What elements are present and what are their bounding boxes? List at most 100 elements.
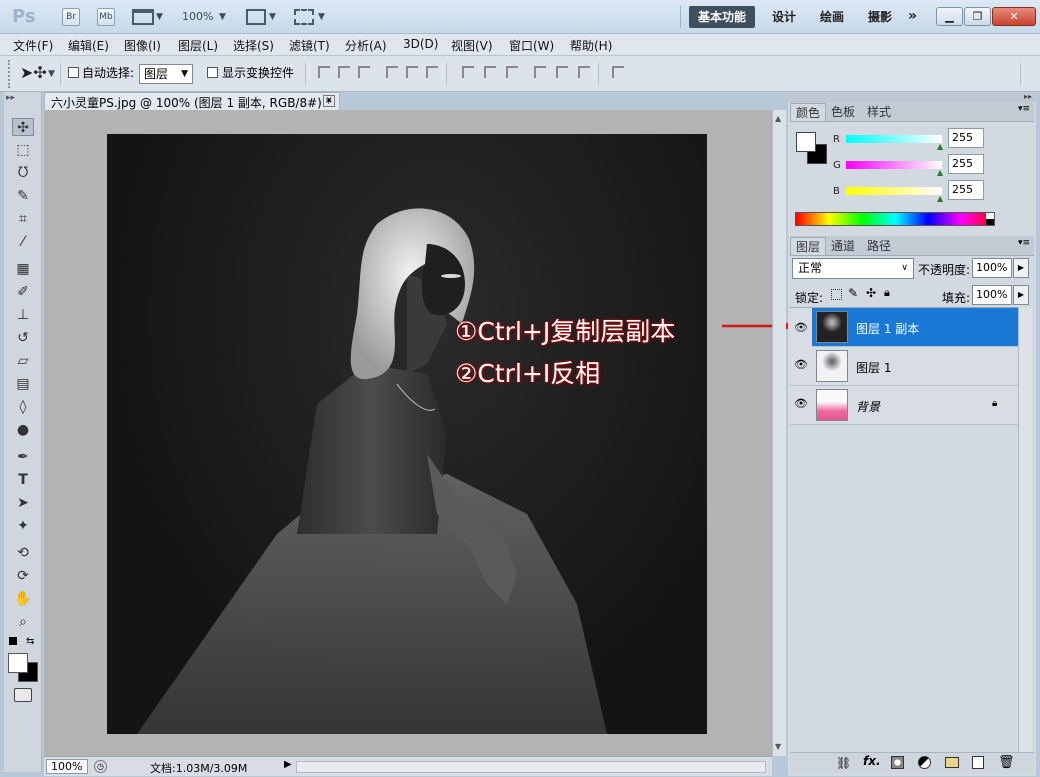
new-layer-icon[interactable] xyxy=(972,756,984,769)
brush-tool-icon[interactable]: ✐ xyxy=(12,283,34,301)
tab-styles[interactable]: 样式 xyxy=(862,103,896,121)
r-value-field[interactable]: 255 xyxy=(948,128,984,148)
marquee-tool-icon[interactable]: ⬚ xyxy=(12,141,34,159)
b-value-field[interactable]: 255 xyxy=(948,180,984,200)
auto-select-dropdown[interactable]: 图层 ▼ xyxy=(139,64,193,84)
align-hcenter-icon[interactable] xyxy=(406,66,418,78)
3d-rotate-tool-icon[interactable]: ⟲ xyxy=(12,544,34,562)
close-document-icon[interactable]: ✕ xyxy=(323,95,335,107)
menu-3d[interactable]: 3D(D) xyxy=(403,37,438,51)
close-button[interactable]: ✕ xyxy=(992,7,1036,26)
blend-mode-dropdown[interactable]: 正常 ∨ xyxy=(792,258,914,279)
tab-swatches[interactable]: 色板 xyxy=(826,103,860,121)
color-spectrum-bar[interactable] xyxy=(795,212,995,226)
mini-bridge-button[interactable]: Mb xyxy=(97,8,115,26)
lock-all-icon[interactable]: 🔒︎ xyxy=(884,286,890,300)
delete-layer-icon[interactable]: 🗑︎ xyxy=(998,755,1015,770)
more-workspaces-icon[interactable]: » xyxy=(908,8,917,24)
align-left-icon[interactable] xyxy=(386,66,398,78)
hand-tool-icon[interactable]: ✋ xyxy=(12,590,34,608)
panel-foreground-swatch[interactable] xyxy=(796,132,816,152)
b-slider[interactable] xyxy=(846,187,942,195)
menu-analysis[interactable]: 分析(A) xyxy=(345,37,387,54)
fill-slider-button[interactable]: ▶ xyxy=(1013,285,1029,305)
menu-layer[interactable]: 图层(L) xyxy=(178,37,218,54)
maximize-button[interactable]: ❐ xyxy=(964,7,991,26)
align-bottom-icon[interactable] xyxy=(358,66,370,78)
lock-position-icon[interactable]: ✣ xyxy=(866,286,876,300)
distribute-top-icon[interactable] xyxy=(462,66,474,78)
distribute-left-icon[interactable] xyxy=(534,66,546,78)
spectrum-black-swatch[interactable] xyxy=(986,219,994,225)
vertical-scrollbar[interactable]: ▲ ▼ xyxy=(772,110,786,756)
horizontal-scrollbar[interactable] xyxy=(296,761,766,773)
menu-edit[interactable]: 编辑(E) xyxy=(68,37,109,54)
blur-tool-icon[interactable]: ◊ xyxy=(12,398,34,416)
align-vcenter-icon[interactable] xyxy=(338,66,350,78)
default-colors-icon[interactable] xyxy=(9,637,17,645)
layer-name[interactable]: 图层 1 xyxy=(856,359,891,376)
menu-select[interactable]: 选择(S) xyxy=(233,37,274,54)
eyedropper-tool-icon[interactable]: ⁄ xyxy=(12,233,34,251)
grip-handle[interactable] xyxy=(8,60,12,88)
r-slider[interactable] xyxy=(846,135,942,143)
status-zoom-field[interactable]: 100% xyxy=(46,759,88,774)
fill-field[interactable]: 100% xyxy=(972,285,1012,305)
path-selection-tool-icon[interactable]: ➤ xyxy=(12,494,34,512)
collapse-panels-icon[interactable]: ▸▸ xyxy=(1024,92,1032,101)
auto-select-checkbox[interactable] xyxy=(68,65,79,79)
3d-orbit-tool-icon[interactable]: ⟳ xyxy=(12,567,34,585)
align-right-icon[interactable] xyxy=(426,66,438,78)
quick-selection-tool-icon[interactable]: ✎ xyxy=(12,187,34,205)
screen-mode-icon[interactable] xyxy=(294,9,314,25)
minimize-button[interactable]: ▁ xyxy=(936,7,963,26)
workspace-essentials[interactable]: 基本功能 xyxy=(689,6,755,28)
menu-file[interactable]: 文件(F) xyxy=(13,37,53,54)
menu-image[interactable]: 图像(I) xyxy=(124,37,161,54)
healing-brush-tool-icon[interactable]: ▦ xyxy=(12,260,34,278)
color-panel-menu-icon[interactable]: ▾≡ xyxy=(1018,104,1030,114)
g-slider[interactable] xyxy=(846,161,942,169)
distribute-hcenter-icon[interactable] xyxy=(556,66,568,78)
layer-row-layer1[interactable]: 👁︎ 图层 1 xyxy=(790,347,1018,386)
swap-colors-icon[interactable]: ⇆ xyxy=(26,636,34,647)
status-info-icon[interactable]: ◷ xyxy=(94,760,107,773)
dodge-tool-icon[interactable]: ● xyxy=(12,421,34,439)
lock-image-icon[interactable]: ✎ xyxy=(848,286,858,300)
layers-scrollbar[interactable] xyxy=(1018,308,1032,752)
layers-panel-menu-icon[interactable]: ▾≡ xyxy=(1018,238,1030,248)
slider-thumb-icon[interactable]: ▲ xyxy=(937,168,943,177)
tab-color[interactable]: 颜色 xyxy=(790,103,827,121)
align-top-icon[interactable] xyxy=(318,66,330,78)
crop-tool-icon[interactable]: ⌗ xyxy=(12,210,34,228)
document-tab[interactable]: 六小灵童PS.jpg @ 100% (图层 1 副本, RGB/8#) * ✕ xyxy=(44,92,340,110)
layer-row-copy[interactable]: 👁︎ 图层 1 副本 xyxy=(790,308,1018,347)
new-group-icon[interactable] xyxy=(945,757,959,768)
workspace-painting[interactable]: 绘画 xyxy=(812,6,852,28)
link-layers-icon[interactable]: ⛓︎ xyxy=(836,756,851,770)
g-value-field[interactable]: 255 xyxy=(948,154,984,174)
lasso-tool-icon[interactable]: ᘮ xyxy=(12,164,34,182)
show-transform-checkbox[interactable] xyxy=(207,65,218,79)
slider-thumb-icon[interactable]: ▲ xyxy=(937,142,943,151)
layer-row-background[interactable]: 👁︎ 背景 🔒︎ xyxy=(790,386,1018,425)
move-tool-icon[interactable]: ✣ xyxy=(12,118,34,136)
zoom-tool-icon[interactable]: ⌕ xyxy=(12,613,34,631)
move-tool-icon[interactable]: ➤✣ xyxy=(20,63,47,82)
tab-channels[interactable]: 通道 xyxy=(826,237,860,255)
scroll-up-icon[interactable]: ▲ xyxy=(775,114,781,123)
bridge-button[interactable]: Br xyxy=(62,8,80,26)
zoom-level[interactable]: 100% xyxy=(182,10,213,23)
lock-transparent-icon[interactable] xyxy=(831,289,842,300)
layer-name[interactable]: 图层 1 副本 xyxy=(856,320,919,337)
opacity-field[interactable]: 100% xyxy=(972,258,1012,278)
pen-tool-icon[interactable]: ✒ xyxy=(12,448,34,466)
slider-thumb-icon[interactable]: ▲ xyxy=(937,194,943,203)
status-menu-icon[interactable]: ▶ xyxy=(284,759,292,770)
collapse-tools-icon[interactable]: ▸▸ xyxy=(6,93,15,103)
menu-window[interactable]: 窗口(W) xyxy=(509,37,554,54)
history-brush-tool-icon[interactable]: ↺ xyxy=(12,329,34,347)
eye-icon[interactable]: 👁︎ xyxy=(790,308,812,347)
tab-paths[interactable]: 路径 xyxy=(862,237,896,255)
eye-icon[interactable]: 👁︎ xyxy=(794,358,808,372)
